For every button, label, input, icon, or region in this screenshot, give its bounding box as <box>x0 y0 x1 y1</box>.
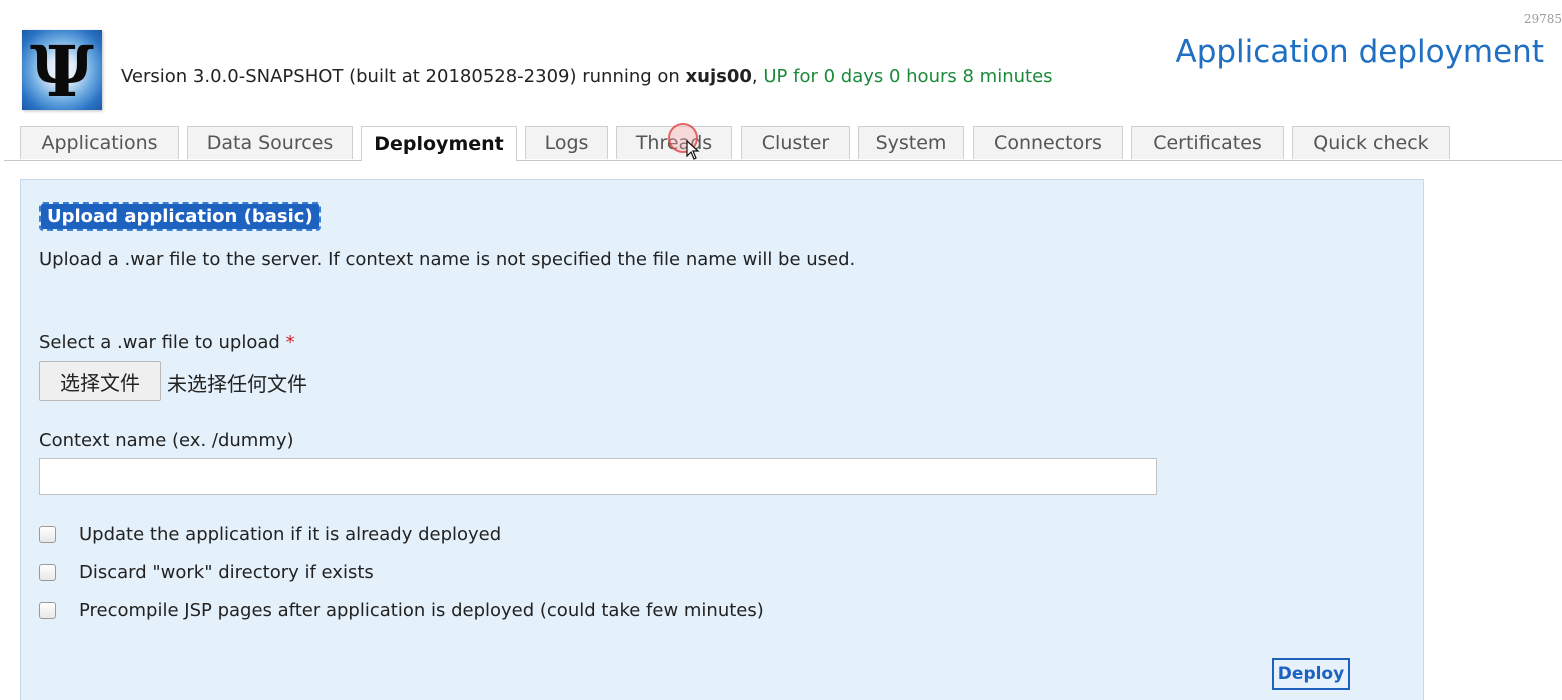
option-precompile-row: Precompile JSP pages after application i… <box>39 600 764 621</box>
update-checkbox-label: Update the application if it is already … <box>79 524 502 545</box>
file-status-text: 未选择任何文件 <box>167 372 307 396</box>
uptime-status: UP for 0 days 0 hours 8 minutes <box>763 66 1053 87</box>
version-line: Version 3.0.0-SNAPSHOT (built at 2018052… <box>121 66 1053 87</box>
host-name: xujs00 <box>685 66 752 87</box>
upload-description: Upload a .war file to the server. If con… <box>39 249 856 270</box>
tab-cluster[interactable]: Cluster <box>741 126 850 159</box>
page: 29785 Ψ Version 3.0.0-SNAPSHOT (built at… <box>0 0 1562 700</box>
precompile-checkbox[interactable] <box>39 602 56 619</box>
tabs-divider <box>4 160 1562 161</box>
tab-deployment[interactable]: Deployment <box>361 126 517 161</box>
option-update-row: Update the application if it is already … <box>39 524 501 545</box>
context-name-input[interactable] <box>39 458 1157 495</box>
deploy-button[interactable]: Deploy <box>1272 658 1350 690</box>
tab-certificates[interactable]: Certificates <box>1131 126 1284 159</box>
discard-work-checkbox-label: Discard "work" directory if exists <box>79 562 374 583</box>
discard-work-checkbox[interactable] <box>39 564 56 581</box>
tab-logs[interactable]: Logs <box>525 126 608 159</box>
tab-system[interactable]: System <box>858 126 964 159</box>
version-text: Version 3.0.0-SNAPSHOT (built at 2018052… <box>121 66 686 87</box>
tab-quick-check[interactable]: Quick check <box>1292 126 1450 159</box>
svg-text:Ψ: Ψ <box>30 30 94 110</box>
corner-number: 29785 <box>1523 12 1562 26</box>
precompile-checkbox-label: Precompile JSP pages after application i… <box>79 600 764 621</box>
choose-file-button[interactable]: 选择文件 <box>39 361 161 401</box>
update-checkbox[interactable] <box>39 526 56 543</box>
page-title: Application deployment <box>1175 34 1545 70</box>
file-label-text: Select a .war file to upload <box>39 332 280 353</box>
version-separator: , <box>751 66 764 87</box>
tab-data-sources[interactable]: Data Sources <box>187 126 353 159</box>
required-marker: * <box>285 332 295 353</box>
tab-applications[interactable]: Applications <box>20 126 179 159</box>
file-field-label: Select a .war file to upload * <box>39 332 295 353</box>
psi-logo-icon: Ψ <box>22 30 102 110</box>
tab-threads[interactable]: Threads <box>616 126 732 159</box>
tab-connectors[interactable]: Connectors <box>973 126 1123 159</box>
option-discard-row: Discard "work" directory if exists <box>39 562 374 583</box>
section-heading: Upload application (basic) <box>39 202 321 231</box>
context-field-label: Context name (ex. /dummy) <box>39 430 294 451</box>
